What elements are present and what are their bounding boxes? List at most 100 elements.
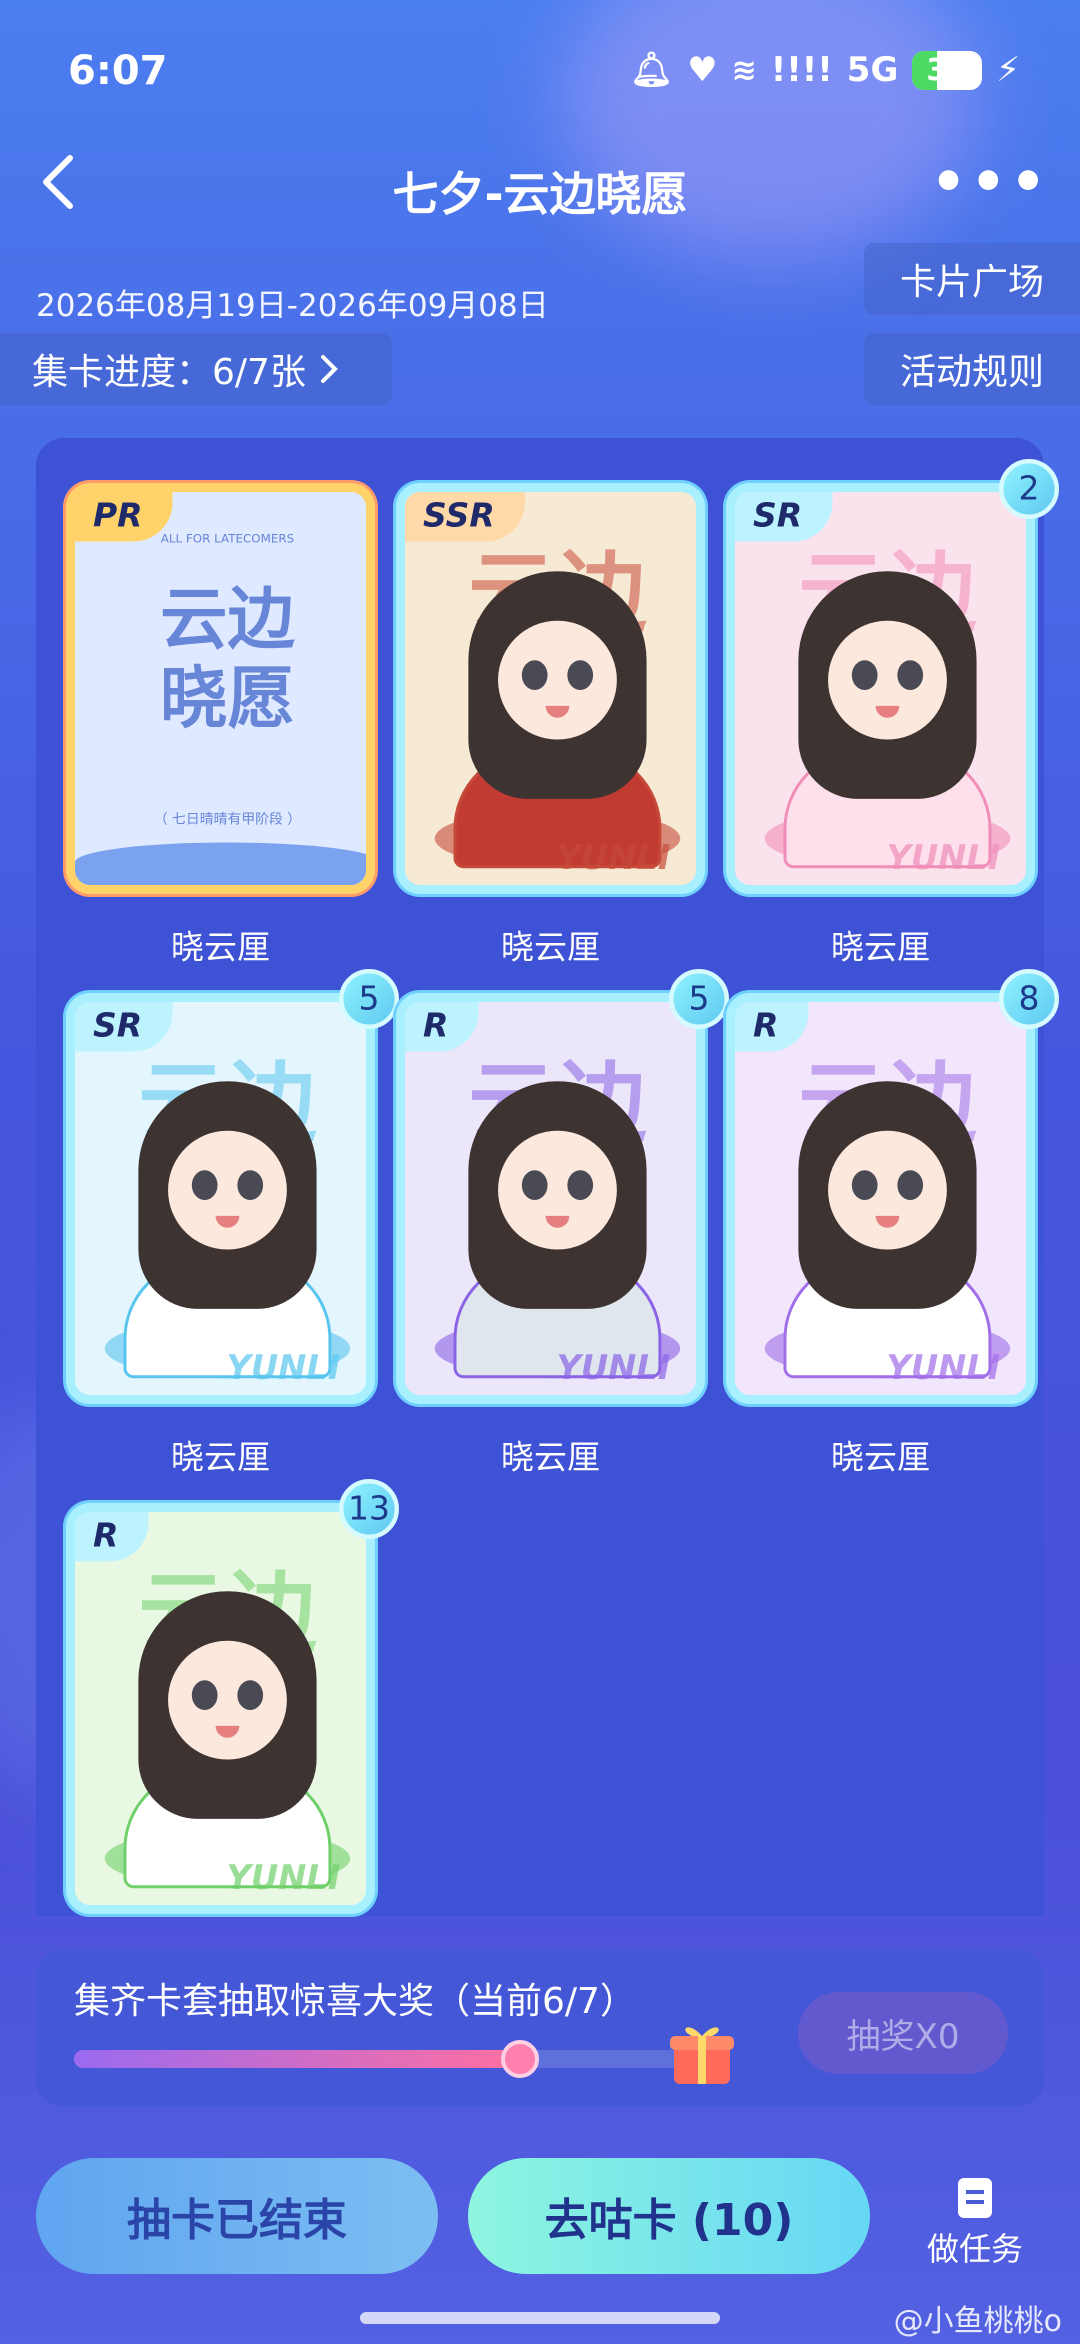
battery-level: 35 — [926, 52, 969, 88]
battery-icon: 35 — [912, 50, 983, 90]
card-count-badge: 13 — [339, 1479, 399, 1539]
card-art-footer: （ 七日晴晴有甲阶段 ） — [153, 811, 302, 828]
card-art: 云边YUNLI — [75, 1512, 366, 1905]
event-date-range: 2026年08月19日-2026年09月08日 — [36, 288, 549, 324]
prize-progress-bar — [74, 2040, 694, 2078]
character-mouth — [545, 705, 570, 718]
character-eye — [237, 1170, 264, 1200]
gift-icon — [670, 2027, 734, 2084]
home-indicator[interactable] — [360, 2312, 720, 2324]
charging-icon: ⚡︎ — [996, 50, 1020, 90]
status-icons: 🔔︎ ♥ ≋ !!!! 5G 35 ⚡︎ — [630, 50, 1020, 90]
card-art-character — [468, 571, 647, 799]
character-mouth — [215, 1725, 240, 1738]
character-face — [828, 1130, 947, 1250]
prize-progress-knob — [501, 2040, 540, 2078]
card-name-label: 晓云厘 — [830, 930, 930, 968]
card-art-title: 云边 晓愿 — [160, 581, 295, 739]
signal-icon: !!!! — [770, 50, 833, 90]
card-art-signature: YUNLI — [226, 1858, 341, 1899]
card-art: 云边YUNLI — [75, 1002, 366, 1395]
card-art-signature: YUNLI — [886, 838, 1001, 879]
draw-ended-button[interactable]: 抽卡已结束 — [36, 2158, 438, 2274]
network-label: 5G — [846, 50, 899, 90]
go-gu-card-button[interactable]: 去咕卡 (10) — [468, 2158, 870, 2274]
card-tile[interactable]: 云边YUNLISR — [726, 483, 1035, 894]
character-eye — [567, 660, 594, 690]
prize-progress-fill — [74, 2050, 521, 2068]
card-name-label: 晓云厘 — [170, 930, 270, 968]
rarity-badge: SSR — [405, 492, 525, 542]
card-grid-panel: ALL FOR LATECOMERS 云边 晓愿（ 七日晴晴有甲阶段 ） PR 晓云厘… — [36, 438, 1059, 1916]
character-eye — [191, 1680, 218, 1710]
card-count-badge: 5 — [669, 969, 729, 1029]
do-task-button[interactable]: 做任务 — [910, 2170, 1040, 2270]
card-tile[interactable]: 云边YUNLISR — [66, 993, 375, 1404]
card-art: 云边YUNLI — [405, 1002, 696, 1395]
card-plaza-button[interactable]: 卡片广场 — [864, 243, 1080, 315]
card-tile[interactable]: 云边YUNLIR — [726, 993, 1035, 1404]
character-face — [168, 1130, 287, 1250]
character-mouth — [875, 705, 900, 718]
draw-ended-label: 抽卡已结束 — [127, 2195, 347, 2246]
card-art-character — [468, 1081, 647, 1309]
card-count-badge: 8 — [999, 969, 1059, 1029]
bell-icon: 🔔︎ — [629, 50, 674, 90]
character-face — [828, 620, 947, 740]
card-tile[interactable]: 云边YUNLISSR — [396, 483, 705, 894]
character-eye — [521, 1170, 548, 1200]
more-button[interactable]: ••• — [931, 150, 1050, 215]
card-tile[interactable]: 云边YUNLIR — [66, 1503, 375, 1914]
card-art-signature: YUNLI — [556, 1348, 671, 1389]
card-art-character — [138, 1591, 317, 1819]
wifi-icon: ≋ — [731, 52, 757, 88]
prize-text: 集齐卡套抽取惊喜大奖（当前6/7） — [74, 1981, 636, 2022]
character-mouth — [875, 1215, 900, 1228]
rules-label: 活动规则 — [899, 352, 1044, 393]
card-art-signature: YUNLI — [886, 1348, 1001, 1389]
character-face — [168, 1640, 287, 1760]
character-eye — [521, 660, 548, 690]
card-art: ALL FOR LATECOMERS 云边 晓愿（ 七日晴晴有甲阶段 ） — [75, 492, 366, 885]
card-art-character — [798, 571, 977, 799]
draw-prize-label: 抽奖X0 — [846, 2016, 960, 2057]
status-time: 6:07 — [68, 48, 168, 94]
document-icon — [958, 2178, 992, 2218]
status-bar: 6:07 🔔︎ ♥ ≋ !!!! 5G 35 ⚡︎ — [0, 0, 1080, 140]
watermark: @小鱼桃桃o — [893, 2304, 1062, 2339]
character-eye — [897, 660, 924, 690]
draw-prize-button[interactable]: 抽奖X0 — [798, 1992, 1008, 2074]
character-eye — [851, 660, 878, 690]
character-mouth — [545, 1215, 570, 1228]
collection-progress-link[interactable]: 集卡进度：6/7张 — [0, 333, 392, 405]
card-plaza-label: 卡片广场 — [899, 262, 1044, 303]
card-art-wave — [75, 842, 366, 885]
card-tile[interactable]: 云边YUNLIR — [396, 993, 705, 1404]
collection-progress-label: 集卡进度：6/7张 — [32, 352, 306, 393]
card-art-character — [798, 1081, 977, 1309]
card-count-badge: 2 — [999, 459, 1059, 519]
card-tile[interactable]: ALL FOR LATECOMERS 云边 晓愿（ 七日晴晴有甲阶段 ） PR — [66, 483, 375, 894]
character-face — [498, 620, 617, 740]
page-title: 七夕-云边晓愿 — [392, 167, 688, 221]
card-name-label: 晓云厘 — [500, 930, 600, 968]
card-name-label: 晓云厘 — [170, 1440, 270, 1478]
character-eye — [191, 1170, 218, 1200]
character-eye — [567, 1170, 594, 1200]
card-art-character — [138, 1081, 317, 1309]
prize-panel: 集齐卡套抽取惊喜大奖（当前6/7） 抽奖X0 — [36, 1950, 1044, 2106]
card-art-signature: YUNLI — [226, 1348, 341, 1389]
rules-button[interactable]: 活动规则 — [864, 333, 1080, 405]
card-art-signature: YUNLI — [556, 838, 671, 879]
card-art: 云边YUNLI — [735, 492, 1026, 885]
character-eye — [237, 1680, 264, 1710]
card-count-badge: 5 — [339, 969, 399, 1029]
more-icon: ••• — [930, 150, 1050, 215]
do-task-label: 做任务 — [926, 2230, 1023, 2268]
card-name-label: 晓云厘 — [830, 1440, 930, 1478]
character-eye — [897, 1170, 924, 1200]
heart-icon: ♥ — [687, 50, 718, 90]
go-gu-card-label: 去咕卡 (10) — [544, 2195, 794, 2246]
character-eye — [851, 1170, 878, 1200]
card-name-label: 晓云厘 — [500, 1440, 600, 1478]
